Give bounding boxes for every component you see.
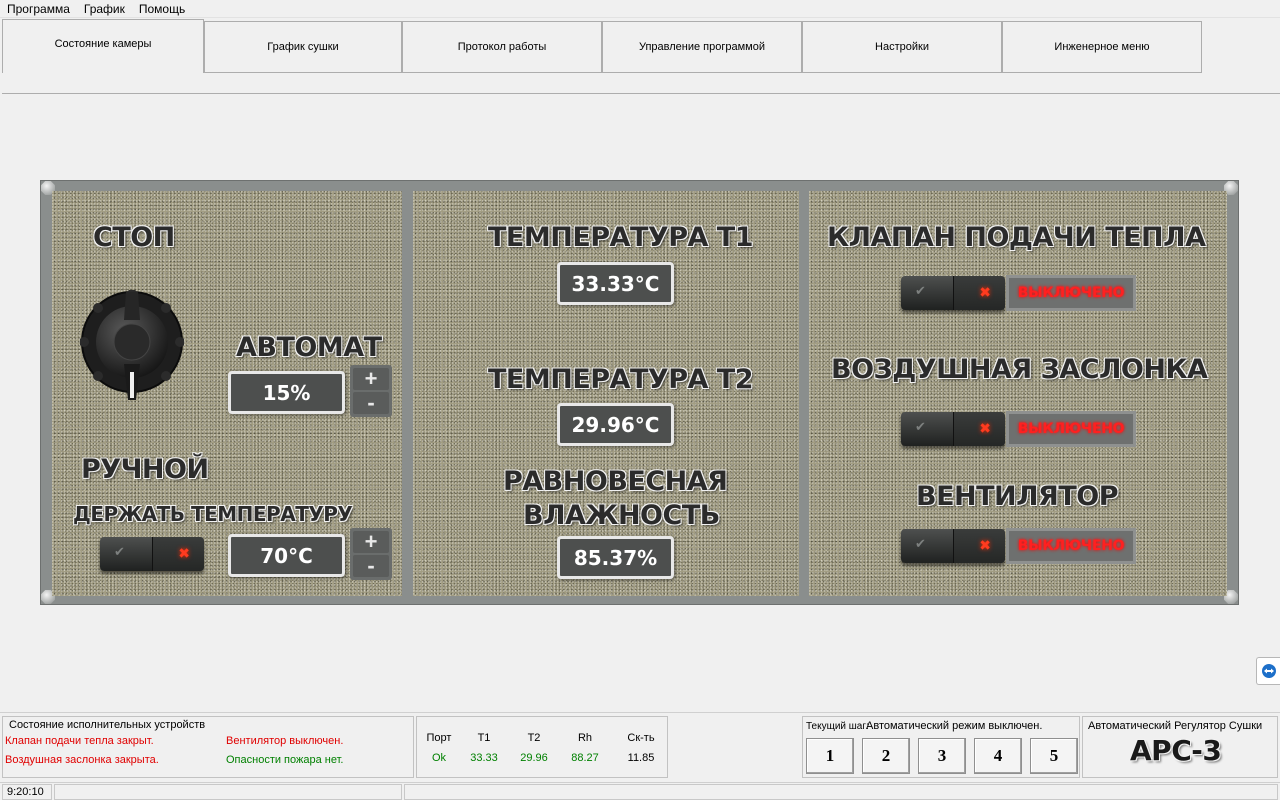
readings-header-rh: Rh bbox=[577, 732, 593, 744]
readings-header-speed: Ск-ть bbox=[627, 732, 655, 744]
readings-header-t2: T2 bbox=[527, 732, 541, 744]
valve-state-text: Клапан подачи тепла закрыт. bbox=[5, 735, 154, 747]
rh-label-line-2: ВЛАЖНОСТЬ bbox=[523, 500, 720, 531]
fan-state-text: Вентилятор выключен. bbox=[226, 735, 344, 747]
hold-temp-value: 70°C bbox=[228, 534, 345, 577]
current-step-label: Текущий шаг: bbox=[806, 721, 869, 732]
valve-switch[interactable]: ✔ ✖ bbox=[901, 276, 1005, 310]
t2-value: 29.96°C bbox=[557, 403, 674, 446]
damper-state-text: Воздушная заслонка закрыта. bbox=[5, 754, 159, 766]
fan-label: ВЕНТИЛЯТОР bbox=[916, 481, 1119, 512]
auto-label: АВТОМАТ bbox=[236, 332, 382, 363]
rh-value: 85.37% bbox=[557, 536, 674, 579]
tab-engineering-menu[interactable]: Инженерное меню bbox=[1002, 21, 1202, 73]
clock-text: 9:20:10 bbox=[2, 784, 52, 800]
tab-settings[interactable]: Настройки bbox=[802, 21, 1002, 73]
step-button-2[interactable]: 2 bbox=[862, 738, 910, 774]
tab-program-control[interactable]: Управление программой bbox=[602, 21, 802, 73]
fan-status: ВЫКЛЮЧЕНО bbox=[1006, 528, 1136, 564]
fan-switch[interactable]: ✔ ✖ bbox=[901, 529, 1005, 563]
step-button-5[interactable]: 5 bbox=[1030, 738, 1078, 774]
rh-label-line-1: РАВНОВЕСНАЯ bbox=[503, 466, 728, 497]
step-button-4[interactable]: 4 bbox=[974, 738, 1022, 774]
status-bar: 9:20:10 bbox=[0, 782, 1280, 800]
menu-graph[interactable]: График bbox=[84, 2, 125, 16]
off-indicator-icon: ✖ bbox=[178, 545, 190, 561]
check-icon: ✔ bbox=[915, 283, 926, 298]
temp-stepper: + - bbox=[350, 528, 392, 580]
check-icon: ✔ bbox=[114, 544, 125, 559]
valve-status: ВЫКЛЮЧЕНО bbox=[1006, 275, 1136, 311]
devices-group: Состояние исполнительных устройств bbox=[2, 716, 414, 778]
t2-label: ТЕМПЕРАТУРА Т2 bbox=[488, 364, 753, 395]
status-cell-3 bbox=[404, 784, 1278, 800]
off-indicator-icon: ✖ bbox=[979, 284, 991, 300]
readings-value-port: Ok bbox=[431, 752, 447, 764]
readings-value-t1: 33.33 bbox=[470, 752, 498, 764]
tab-work-log[interactable]: Протокол работы bbox=[402, 21, 602, 73]
remote-access-icon[interactable] bbox=[1256, 657, 1280, 685]
damper-status: ВЫКЛЮЧЕНО bbox=[1006, 411, 1136, 447]
readings-value-rh: 88.27 bbox=[571, 752, 599, 764]
menu-program[interactable]: Программа bbox=[7, 2, 70, 16]
readings-value-speed: 11.85 bbox=[627, 752, 655, 764]
tab-strip: Состояние камеры График сушки Протокол р… bbox=[2, 19, 1280, 94]
brand-title: Автоматический Регулятор Сушки bbox=[1088, 720, 1263, 732]
power-plus-button[interactable]: + bbox=[353, 368, 389, 390]
temp-minus-button[interactable]: - bbox=[353, 555, 389, 577]
check-icon: ✔ bbox=[915, 419, 926, 434]
readings-header-port: Порт bbox=[426, 732, 452, 744]
check-icon: ✔ bbox=[915, 536, 926, 551]
tab-chamber-state[interactable]: Состояние камеры bbox=[2, 19, 204, 73]
off-indicator-icon: ✖ bbox=[979, 537, 991, 553]
power-minus-button[interactable]: - bbox=[353, 392, 389, 414]
manual-label: РУЧНОЙ bbox=[81, 454, 209, 485]
step-button-3[interactable]: 3 bbox=[918, 738, 966, 774]
t1-label: ТЕМПЕРАТУРА Т1 bbox=[488, 222, 753, 253]
hold-temp-switch[interactable]: ✔ ✖ bbox=[100, 537, 204, 571]
readings-group bbox=[416, 716, 668, 778]
menu-help[interactable]: Помощь bbox=[139, 2, 185, 16]
menu-bar: Программа График Помощь bbox=[0, 0, 1280, 18]
readings-value-t2: 29.96 bbox=[520, 752, 548, 764]
stop-label: СТОП bbox=[93, 222, 175, 253]
status-cell-2 bbox=[54, 784, 402, 800]
power-stepper: + - bbox=[350, 365, 392, 417]
step-button-1[interactable]: 1 bbox=[806, 738, 854, 774]
hold-temp-label: ДЕРЖАТЬ ТЕМПЕРАТУРУ bbox=[73, 502, 353, 526]
auto-mode-text: Автоматический режим выключен. bbox=[866, 720, 1043, 732]
readings-header-t1: T1 bbox=[477, 732, 491, 744]
tab-drying-graph[interactable]: График сушки bbox=[204, 21, 402, 73]
temp-plus-button[interactable]: + bbox=[353, 531, 389, 553]
power-value: 15% bbox=[228, 371, 345, 414]
off-indicator-icon: ✖ bbox=[979, 420, 991, 436]
mode-knob-icon[interactable] bbox=[80, 290, 184, 400]
brand-logo: АРС-3 bbox=[1130, 734, 1222, 767]
damper-switch[interactable]: ✔ ✖ bbox=[901, 412, 1005, 446]
t1-value: 33.33°C bbox=[557, 262, 674, 305]
valve-label: КЛАПАН ПОДАЧИ ТЕПЛА bbox=[827, 222, 1206, 253]
fire-state-text: Опасности пожара нет. bbox=[226, 754, 344, 766]
damper-label: ВОЗДУШНАЯ ЗАСЛОНКА bbox=[831, 354, 1208, 385]
devices-group-title: Состояние исполнительных устройств bbox=[9, 719, 206, 731]
